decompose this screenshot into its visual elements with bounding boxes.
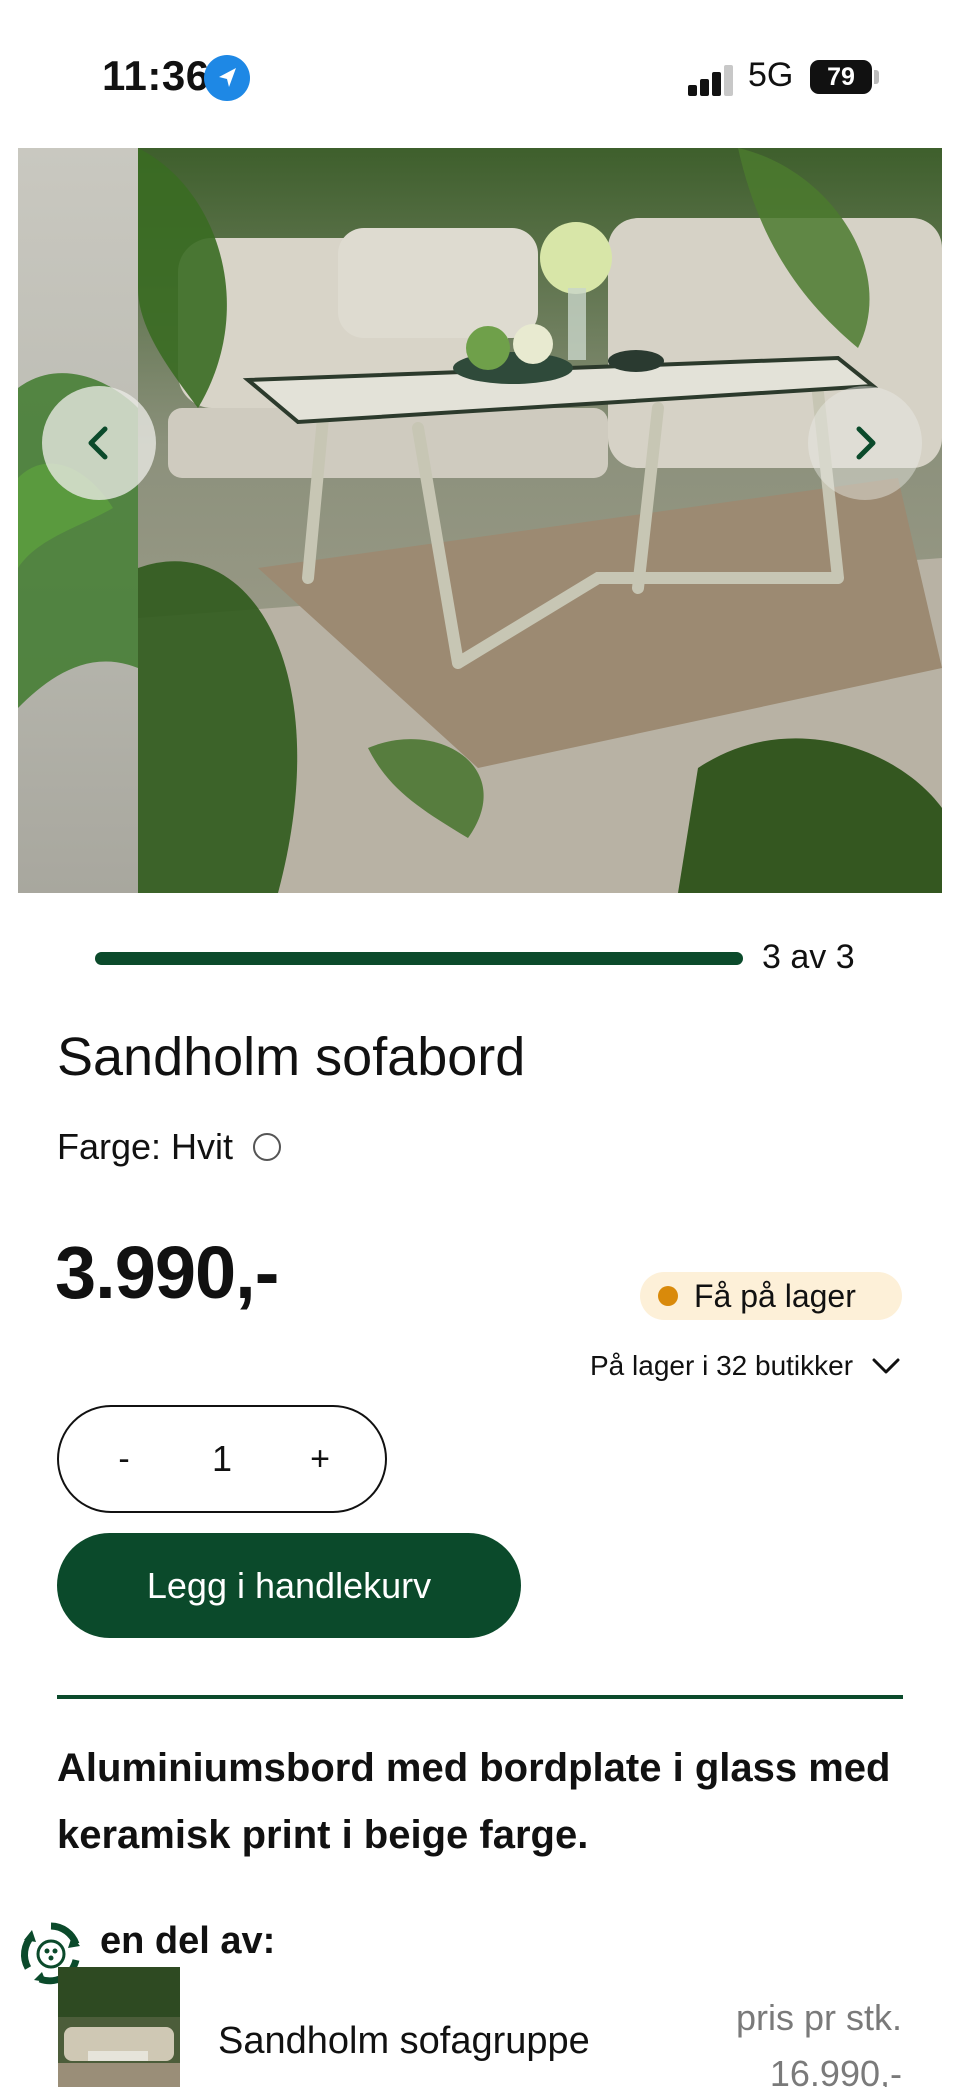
related-product-price: 16.990,- (769, 2053, 902, 2087)
decrement-button[interactable]: - (99, 1440, 149, 1479)
quantity-stepper[interactable]: - 1 + (57, 1405, 387, 1513)
color-swatch-white[interactable] (253, 1133, 282, 1161)
gallery-progress-fill (95, 952, 743, 965)
chevron-down-icon (872, 1358, 900, 1374)
previous-slide-image (18, 148, 138, 893)
product-title: Sandholm sofabord (57, 1027, 526, 1087)
location-arrow-icon (204, 55, 250, 101)
stock-dot-icon (658, 1286, 678, 1306)
product-image-gallery[interactable] (18, 148, 942, 893)
status-time: 11:36 (102, 52, 210, 99)
status-bar: 11:36 5G 79 (0, 0, 960, 150)
gallery-next-button[interactable] (808, 386, 922, 500)
section-divider (57, 1695, 903, 1699)
part-of-set-section: en del av: Sandholm sofagruppe pris pr s… (18, 1920, 942, 2087)
stock-status-badge: Få på lager (640, 1272, 902, 1320)
product-description: Aluminiumsbord med bordplate i glass med… (57, 1746, 891, 1857)
product-photo (138, 148, 942, 893)
color-selector[interactable]: Farge: Hvit (57, 1126, 282, 1168)
gallery-prev-button[interactable] (42, 386, 156, 500)
add-to-cart-button[interactable]: Legg i handlekurv (57, 1533, 521, 1638)
store-availability-text: På lager i 32 butikker (590, 1350, 854, 1381)
gallery-progress-bar (95, 952, 743, 965)
related-product-thumbnail[interactable] (58, 1967, 180, 2087)
battery-nub (874, 70, 879, 84)
gallery-counter: 3 av 3 (762, 938, 855, 976)
part-of-label: en del av: (100, 1920, 276, 1962)
quantity-value[interactable]: 1 (212, 1438, 232, 1480)
chevron-right-icon (856, 426, 876, 460)
product-price: 3.990,- (55, 1231, 279, 1314)
color-label: Farge: Hvit (57, 1126, 234, 1167)
stock-status-text: Få på lager (694, 1277, 856, 1314)
related-product-name[interactable]: Sandholm sofagruppe (218, 2020, 590, 2063)
chevron-left-icon (88, 426, 108, 460)
store-availability-toggle[interactable]: På lager i 32 butikker (590, 1350, 901, 1382)
cellular-signal-icon (688, 60, 734, 96)
battery-icon: 79 (810, 60, 872, 94)
related-unit-label: pris pr stk. (735, 1997, 902, 2038)
network-type: 5G (748, 56, 794, 94)
increment-button[interactable]: + (295, 1440, 345, 1479)
